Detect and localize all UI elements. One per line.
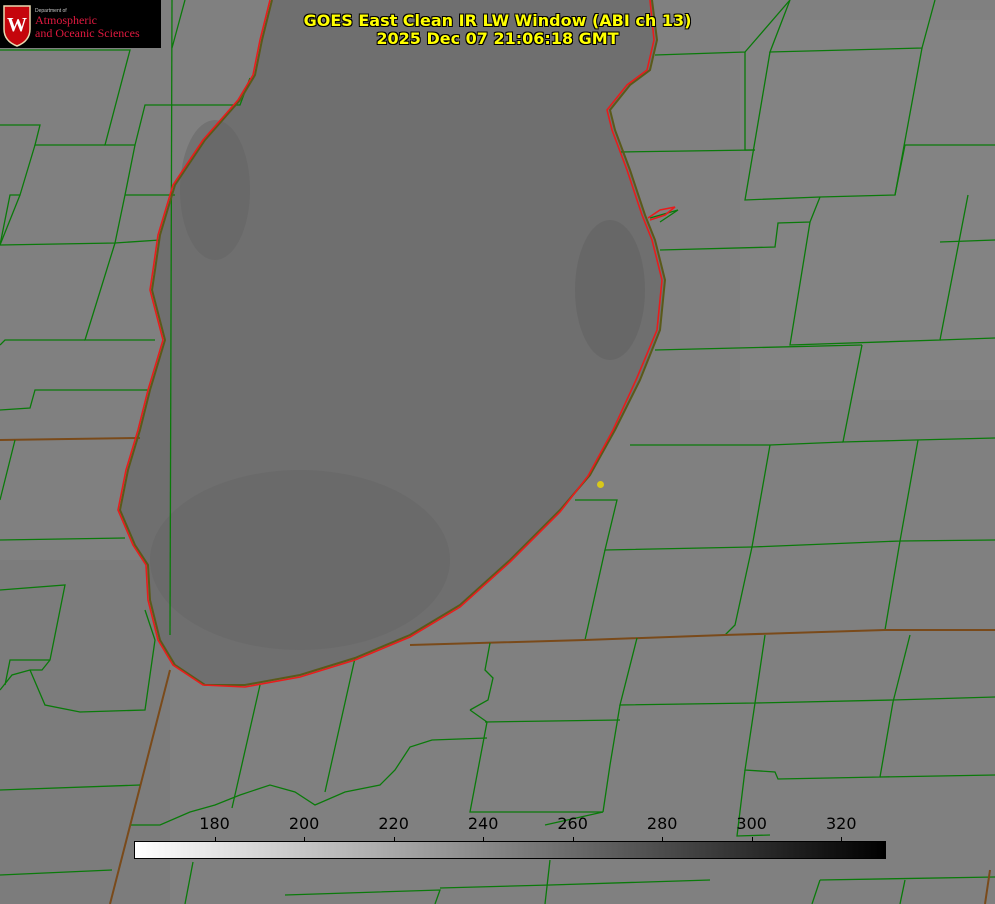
colorbar-tick-label: 300 [736,814,767,833]
lake-dark-patch-east [575,220,645,360]
colorbar-tick-mark [483,837,485,842]
colorbar-tick-mark [751,837,753,842]
colorbar-tick-mark [841,837,843,842]
colorbar-tick-mark [304,837,306,842]
colorbar-tick-label: 320 [825,814,857,833]
colorbar-tick-label: 200 [288,814,320,833]
location-marker [597,481,604,488]
lake-dark-patch-south [150,470,450,650]
satellite-map: W Department of Atmospheric and Oceanic … [0,0,995,904]
colorbar [134,841,886,859]
image-title: GOES East Clean IR LW Window (ABI ch 13) [303,11,692,30]
colorbar-tick-label: 180 [199,814,230,833]
colorbar-tick-mark [393,837,395,842]
colorbar-tick-label: 260 [557,814,588,833]
colorbar-tick-mark [214,837,216,842]
map-layer [0,0,995,904]
colorbar-tick-mark [662,837,664,842]
colorbar-tick-label: 280 [646,814,678,833]
colorbar-tick-label: 240 [467,814,499,833]
lake-dark-patch-west [180,120,250,260]
image-timestamp: 2025 Dec 07 21:06:18 GMT [376,29,619,48]
colorbar-tick-mark [572,837,574,842]
colorbar-tick-label: 220 [378,814,409,833]
